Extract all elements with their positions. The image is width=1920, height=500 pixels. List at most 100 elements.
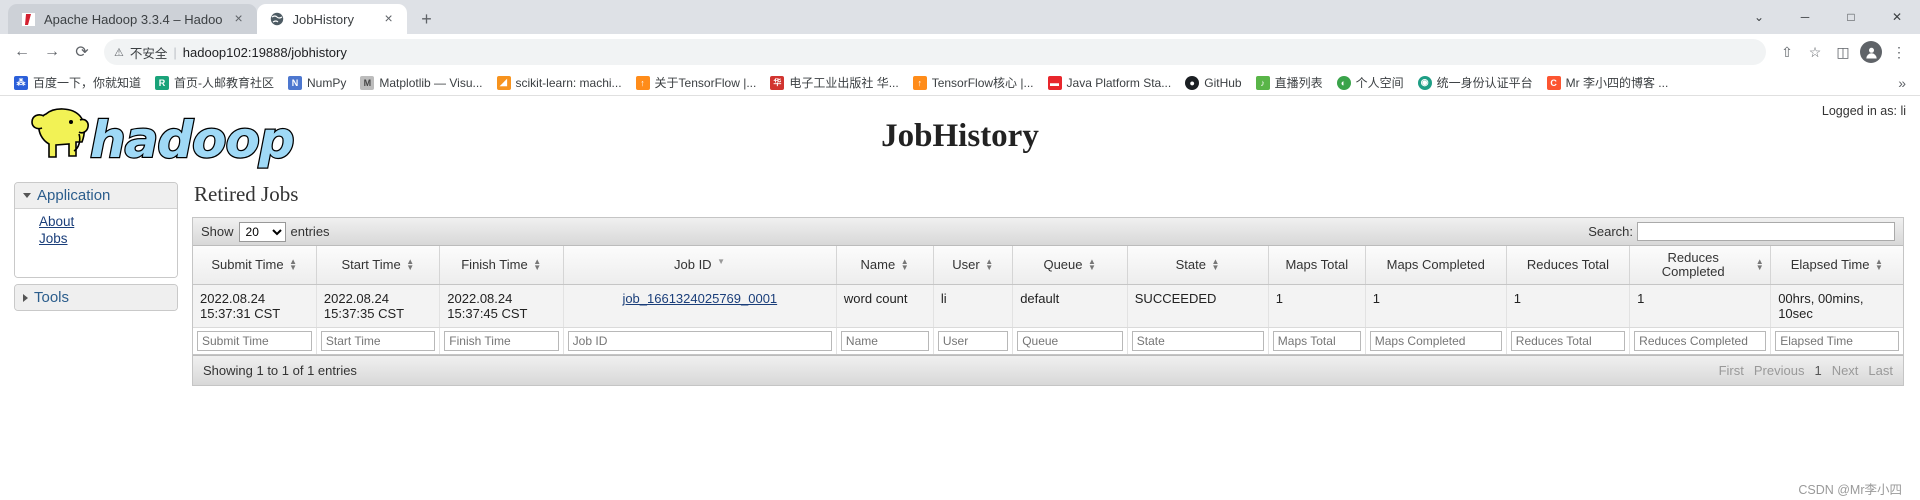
pagination-previous[interactable]: Previous — [1754, 363, 1805, 378]
sidebar-item-jobs[interactable]: Jobs — [15, 230, 177, 247]
minimize-all-icon[interactable]: ⌄ — [1736, 0, 1782, 34]
column-header-submit-time[interactable]: Submit Time — [193, 246, 317, 285]
filter-input-elapsed-time[interactable] — [1775, 331, 1899, 351]
bookmark-item[interactable]: ◢ scikit-learn: machi... — [491, 74, 628, 92]
bookmark-item[interactable]: ↑ TensorFlow核心 |... — [907, 72, 1040, 93]
browser-tab-1-close-icon[interactable]: × — [231, 11, 247, 27]
column-label: Reduces Completed — [1661, 250, 1725, 279]
share-icon[interactable]: ⇧ — [1774, 39, 1800, 65]
column-label: Finish Time — [461, 257, 528, 272]
profile-avatar[interactable] — [1858, 39, 1884, 65]
sidebar-panel-application-header[interactable]: Application — [15, 183, 177, 209]
column-header-finish-time[interactable]: Finish Time — [439, 246, 564, 285]
back-icon[interactable]: ← — [8, 38, 36, 66]
reload-icon[interactable]: ⟳ — [68, 38, 96, 66]
bookmark-item[interactable]: ● GitHub — [1179, 74, 1247, 92]
browser-tab-1[interactable]: Apache Hadoop 3.3.4 – Hadoo × — [8, 4, 257, 34]
filter-input-user[interactable] — [937, 331, 1009, 351]
page-size-select[interactable]: 20406080100 — [238, 221, 286, 242]
bookmark-item[interactable]: ↑ 关于TensorFlow |... — [630, 72, 763, 93]
sidebar-item-about[interactable]: About — [15, 213, 177, 230]
showing-entries-label: Showing 1 to 1 of 1 entries — [203, 363, 357, 378]
column-header-reduces-completed[interactable]: Reduces Completed — [1629, 246, 1772, 285]
filter-input-state[interactable] — [1131, 331, 1264, 351]
sidebar-panel-tools-header[interactable]: Tools — [15, 285, 177, 310]
bookmark-favicon-icon: ◢ — [496, 75, 511, 90]
filter-input-queue[interactable] — [1017, 331, 1123, 351]
bookmark-favicon-icon: C — [1546, 75, 1561, 90]
new-tab-button[interactable]: + — [413, 5, 441, 33]
filter-input-start-time[interactable] — [320, 331, 436, 351]
bookmark-item[interactable]: ⁂ 百度一下，你就知道 — [8, 72, 147, 93]
pagination-next[interactable]: Next — [1832, 363, 1859, 378]
column-label: Queue — [1043, 257, 1083, 272]
minimize-icon[interactable]: ─ — [1782, 0, 1828, 34]
browser-menu-icon[interactable]: ⋮ — [1886, 39, 1912, 65]
cell-job-id: job_1661324025769_0001 — [563, 284, 837, 328]
column-header-queue[interactable]: Queue — [1012, 246, 1128, 285]
column-header-reduces-total[interactable]: Reduces Total — [1506, 246, 1631, 285]
address-bar[interactable]: ⚠ 不安全 | hadoop102:19888/jobhistory — [104, 39, 1766, 65]
bookmark-item[interactable]: R 首页-人邮教育社区 — [149, 72, 280, 93]
column-header-name[interactable]: Name — [836, 246, 934, 285]
bookmark-favicon-icon: ◉ — [1417, 75, 1432, 90]
sidebar: Application About Jobs Tools — [14, 182, 178, 317]
bookmark-item[interactable]: C Mr 李小四的博客 ... — [1541, 72, 1675, 93]
hadoop-doc-icon — [20, 11, 36, 27]
column-header-state[interactable]: State — [1127, 246, 1269, 285]
filter-input-job-id[interactable] — [567, 331, 832, 351]
forward-icon[interactable]: → — [38, 38, 66, 66]
bookmark-item[interactable]: ♪ 直播列表 — [1250, 72, 1329, 93]
sidebar-panel-application-label: Application — [37, 187, 111, 204]
column-header-maps-total[interactable]: Maps Total — [1268, 246, 1366, 285]
bookmark-label: TensorFlow核心 |... — [931, 76, 1034, 90]
datatable-toolbar: Show 20406080100 entries Search: — [193, 218, 1903, 246]
bookmark-item[interactable]: ◉ 统一身份认证平台 — [1412, 72, 1539, 93]
column-label: Job ID — [674, 257, 712, 272]
column-label: Maps Total — [1285, 257, 1349, 272]
maximize-icon[interactable]: □ — [1828, 0, 1874, 34]
bookmark-item[interactable]: N NumPy — [282, 74, 352, 92]
browser-tab-2-close-icon[interactable]: × — [381, 11, 397, 27]
jobs-datatable: Show 20406080100 entries Search: — [192, 217, 1904, 386]
bookmark-star-icon[interactable]: ☆ — [1802, 39, 1828, 65]
table-row[interactable]: 2022.08.24 15:37:31 CST 2022.08.24 15:37… — [193, 284, 1903, 328]
bookmark-item[interactable]: M Matplotlib — Visu... — [354, 74, 488, 92]
bookmark-item[interactable]: ◐ 个人空间 — [1331, 72, 1410, 93]
pagination-page-1[interactable]: 1 — [1814, 363, 1821, 378]
side-panel-icon[interactable]: ◫ — [1830, 39, 1856, 65]
browser-tab-2-title: JobHistory — [292, 11, 354, 27]
filter-input-reduces-completed[interactable] — [1634, 331, 1767, 351]
column-header-start-time[interactable]: Start Time — [316, 246, 441, 285]
column-header-job-id[interactable]: Job ID — [563, 246, 837, 285]
column-header-user[interactable]: User — [933, 246, 1014, 285]
filter-input-maps-completed[interactable] — [1369, 331, 1502, 351]
close-window-icon[interactable]: ✕ — [1874, 0, 1920, 34]
filter-input-name[interactable] — [840, 331, 929, 351]
search-input[interactable] — [1637, 222, 1895, 241]
filter-input-finish-time[interactable] — [444, 331, 559, 351]
bookmark-label: GitHub — [1204, 75, 1242, 90]
sort-icon — [1088, 259, 1097, 271]
column-label: Elapsed Time — [1790, 257, 1870, 272]
bookmark-item[interactable]: 华电子工业出版社 华... — [764, 72, 904, 93]
bookmark-label: Matplotlib — Visu... — [379, 75, 483, 90]
filter-input-submit-time[interactable] — [197, 331, 312, 351]
column-header-maps-completed[interactable]: Maps Completed — [1365, 246, 1507, 285]
filter-input-reduces-total[interactable] — [1510, 331, 1626, 351]
chevron-right-icon — [23, 293, 28, 302]
cell-user: li — [933, 284, 1014, 328]
sort-icon — [533, 259, 542, 271]
column-header-elapsed-time[interactable]: Elapsed Time — [1770, 246, 1903, 285]
job-id-link[interactable]: job_1661324025769_0001 — [622, 291, 777, 306]
bookmarks-overflow-icon[interactable]: » — [1898, 75, 1912, 91]
pagination: First Previous 1 Next Last — [1719, 363, 1893, 378]
pagination-last[interactable]: Last — [1868, 363, 1893, 378]
browser-tab-2[interactable]: JobHistory × — [256, 4, 407, 34]
column-label: Maps Completed — [1386, 257, 1485, 272]
bookmark-label: 首页-人邮教育社区 — [174, 76, 275, 90]
pagination-first[interactable]: First — [1719, 363, 1744, 378]
not-secure-warning-icon: ⚠ — [114, 46, 124, 59]
bookmark-item[interactable]: ▬ Java Platform Sta... — [1042, 74, 1178, 92]
filter-input-maps-total[interactable] — [1272, 331, 1361, 351]
